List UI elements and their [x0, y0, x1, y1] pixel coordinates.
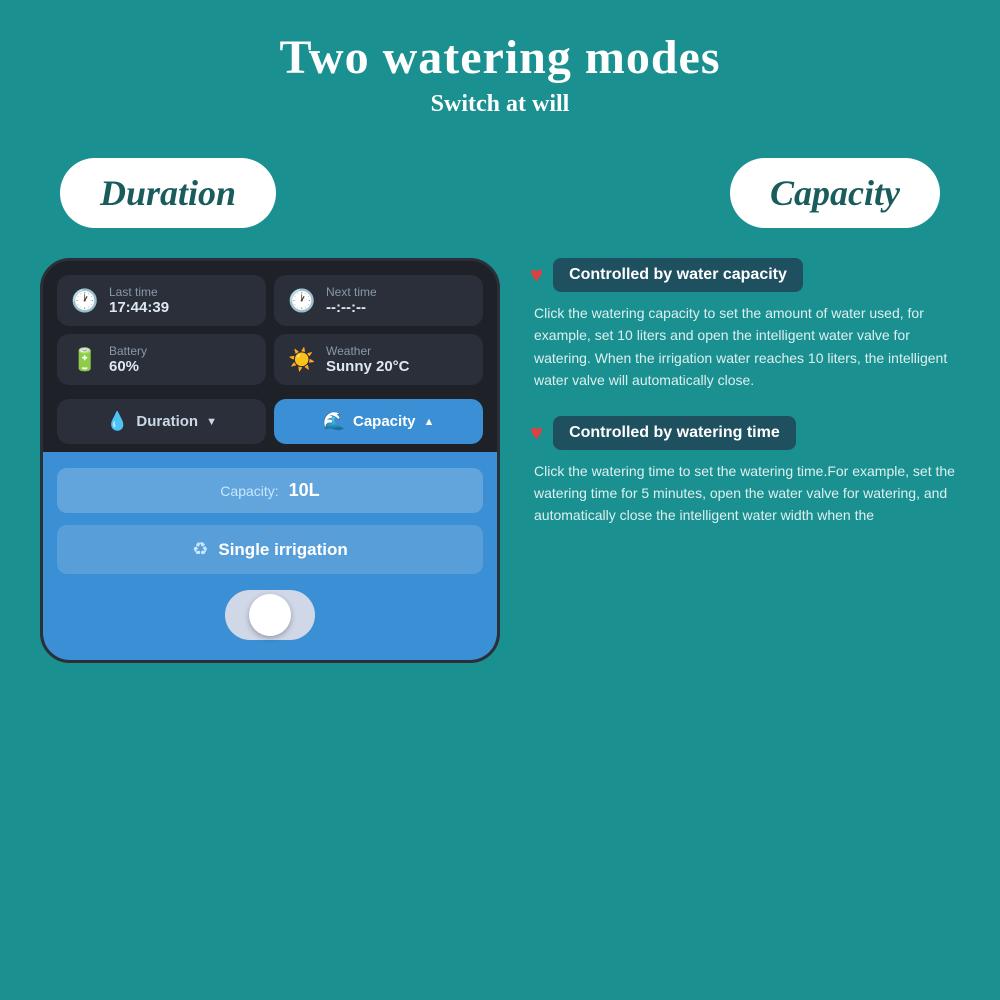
- battery-value: 60%: [109, 358, 147, 375]
- feature-block-capacity: ♥ Controlled by water capacity Click the…: [530, 258, 960, 392]
- tab-capacity-arrow: ▲: [424, 416, 435, 428]
- capacity-row: Capacity: 10L: [57, 468, 483, 513]
- heart-icon-2: ♥: [530, 420, 543, 446]
- info-text-battery: Battery 60%: [109, 344, 147, 375]
- battery-icon: 🔋: [71, 347, 99, 373]
- phone-inner: 🕐 Last time 17:44:39 🕐 Next time --:--:-…: [43, 261, 497, 660]
- weather-value: Sunny 20°C: [326, 358, 410, 375]
- info-card-weather: ☀️ Weather Sunny 20°C: [274, 334, 483, 385]
- clock-back-icon: 🕐: [71, 288, 99, 314]
- feature-desc-time: Click the watering time to set the water…: [530, 460, 960, 527]
- main-title: Two watering modes: [20, 30, 980, 85]
- info-text-nexttime: Next time --:--:--: [326, 285, 377, 316]
- tab-duration[interactable]: 💧 Duration ▼: [57, 399, 266, 444]
- toggle-container: OFF ON: [57, 590, 483, 640]
- weather-icon: ☀️: [288, 347, 316, 373]
- toggle-knob: [249, 594, 291, 636]
- capacity-badge: Capacity: [730, 158, 940, 228]
- last-time-label: Last time: [109, 285, 169, 299]
- page-background: Two watering modes Switch at will Durati…: [0, 0, 1000, 1000]
- tab-capacity[interactable]: 🌊 Capacity ▲: [274, 399, 483, 444]
- toggle-switch[interactable]: OFF ON: [225, 590, 315, 640]
- info-card-battery: 🔋 Battery 60%: [57, 334, 266, 385]
- heart-icon-1: ♥: [530, 262, 543, 288]
- feature-title-time: Controlled by watering time: [553, 416, 796, 450]
- feature-header-time: ♥ Controlled by watering time: [530, 416, 960, 450]
- blue-panel: Capacity: 10L ♻ Single irrigation OFF ON: [43, 452, 497, 660]
- mode-labels-row: Duration Capacity: [0, 138, 1000, 248]
- feature-header-capacity: ♥ Controlled by water capacity: [530, 258, 960, 292]
- tab-bar: 💧 Duration ▼ 🌊 Capacity ▲: [43, 399, 497, 452]
- duration-badge: Duration: [60, 158, 276, 228]
- info-grid: 🕐 Last time 17:44:39 🕐 Next time --:--:-…: [43, 261, 497, 399]
- header-section: Two watering modes Switch at will: [0, 0, 1000, 128]
- sub-title: Switch at will: [20, 91, 980, 118]
- info-card-nexttime: 🕐 Next time --:--:--: [274, 275, 483, 326]
- irrigation-label: Single irrigation: [218, 540, 347, 560]
- battery-label: Battery: [109, 344, 147, 358]
- irrigation-icon: ♻: [192, 539, 208, 560]
- capacity-field-label: Capacity:: [220, 483, 278, 499]
- last-time-value: 17:44:39: [109, 299, 169, 316]
- next-time-value: --:--:--: [326, 299, 377, 316]
- right-panel: ♥ Controlled by water capacity Click the…: [500, 258, 960, 551]
- info-text-lasttime: Last time 17:44:39: [109, 285, 169, 316]
- tab-capacity-label: Capacity: [353, 413, 416, 430]
- feature-title-capacity: Controlled by water capacity: [553, 258, 803, 292]
- info-card-lasttime: 🕐 Last time 17:44:39: [57, 275, 266, 326]
- feature-desc-capacity: Click the watering capacity to set the a…: [530, 302, 960, 392]
- next-time-label: Next time: [326, 285, 377, 299]
- info-text-weather: Weather Sunny 20°C: [326, 344, 410, 375]
- clock-forward-icon: 🕐: [288, 288, 316, 314]
- phone-mockup: 🕐 Last time 17:44:39 🕐 Next time --:--:-…: [40, 258, 500, 663]
- tab-duration-label: Duration: [136, 413, 198, 430]
- irrigation-row[interactable]: ♻ Single irrigation: [57, 525, 483, 574]
- wave-icon: 🌊: [323, 411, 345, 432]
- content-area: 🕐 Last time 17:44:39 🕐 Next time --:--:-…: [0, 248, 1000, 673]
- drop-icon: 💧: [106, 411, 128, 432]
- weather-label: Weather: [326, 344, 410, 358]
- tab-duration-arrow: ▼: [206, 416, 217, 428]
- capacity-field-value: 10L: [289, 480, 320, 501]
- feature-block-time: ♥ Controlled by watering time Click the …: [530, 416, 960, 527]
